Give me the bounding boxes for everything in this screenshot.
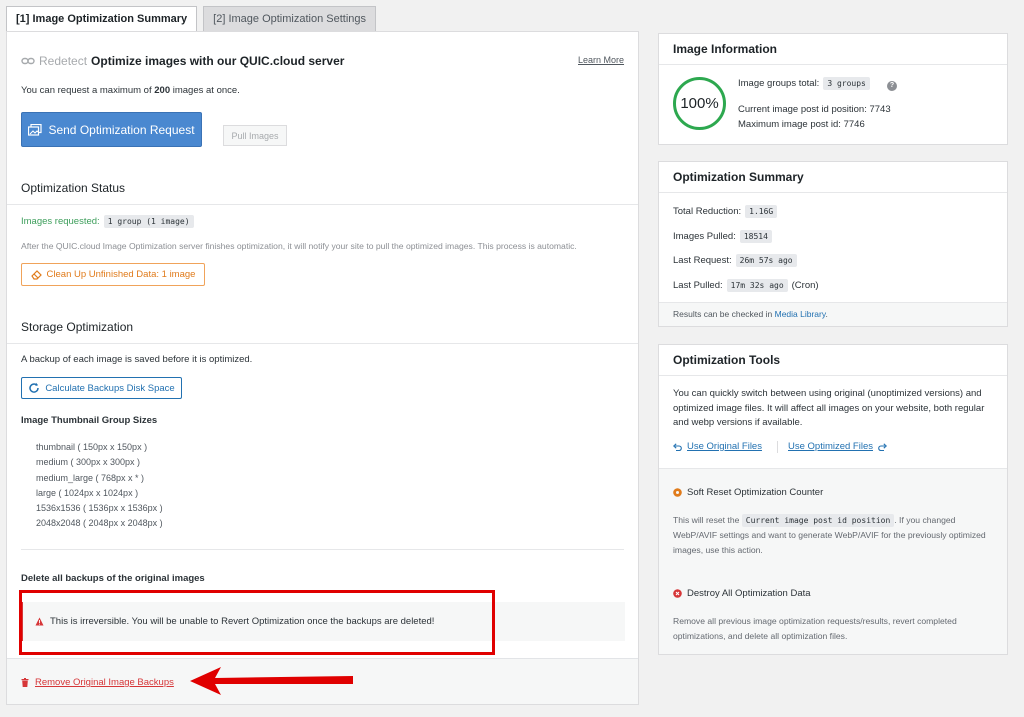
delete-backups-title: Delete all backups of the original image… [21,573,205,584]
close-circle-icon [673,589,682,598]
list-item: 2048x2048 ( 2048px x 2048px ) [36,518,163,529]
link-icon [21,57,35,65]
tab-image-optimization-settings[interactable]: [2] Image Optimization Settings [203,6,377,32]
help-icon[interactable]: ? [887,79,897,91]
summary-footer: Results can be checked in Media Library. [659,302,1007,326]
destroy-description: Remove all previous image optimization r… [673,616,957,641]
calculate-backups-disk-space-button[interactable]: Calculate Backups Disk Space [21,377,182,399]
list-item: medium_large ( 768px x * ) [36,472,145,483]
optimization-tools-card: Optimization Tools You can quickly switc… [658,344,1008,655]
clean-up-unfinished-data-button[interactable]: Clean Up Unfinished Data: 1 image [21,263,205,286]
pointer-arrow-icon [190,667,353,695]
destroy-all-optimization-data-link[interactable]: Destroy All Optimization Data [673,588,811,599]
undo-icon [673,442,682,451]
image-information-card: Image Information 100% Image groups tota… [658,33,1008,145]
optimization-tools-title: Optimization Tools [659,345,1007,376]
image-groups-value: 3 groups [823,77,870,90]
eraser-icon [30,269,42,280]
list-item: thumbnail ( 150px x 150px ) [36,442,148,452]
storage-optimization-title: Storage Optimization [21,320,134,334]
backup-note: A backup of each image is saved before i… [21,354,253,365]
current-position: Current image post id position: 7743 [738,104,891,115]
image-groups-total: Image groups total: 3 groups [738,77,870,90]
refresh-icon [29,382,40,393]
use-optimized-files-link[interactable]: Use Optimized Files [788,441,887,452]
maximum-post-id: Maximum image post id: 7746 [738,119,865,130]
soft-reset-optimization-counter-link[interactable]: Soft Reset Optimization Counter [673,487,823,498]
optimization-summary-title: Optimization Summary [659,162,1007,193]
list-item: large ( 1024px x 1024px ) [36,487,139,498]
last-request: Last Request: 26m 57s ago [673,254,797,267]
main-panel: Redetect Optimize images with our QUIC.c… [6,31,639,705]
redo-icon [878,442,887,451]
tab-image-optimization-summary[interactable]: [1] Image Optimization Summary [6,6,198,32]
optimization-status-title: Optimization Status [21,181,126,195]
optimization-summary-card: Optimization Summary Total Reduction: 1.1… [658,161,1008,327]
soft-reset-description: This will reset the Current image post i… [673,514,986,555]
optimize-heading: Redetect Optimize images with our QUIC.c… [21,54,344,68]
tools-actions-area: Soft Reset Optimization Counter This wil… [659,468,1007,654]
media-library-link[interactable]: Media Library [775,309,826,319]
images-icon [28,123,43,136]
images-requested-value: 1 group (1 image) [103,215,194,228]
learn-more-link[interactable]: Learn More [578,55,624,65]
progress-ring: 100% [673,77,726,130]
use-original-files-link[interactable]: Use Original Files [673,441,762,452]
remove-original-image-backups-link[interactable]: Remove Original Image Backups [21,677,174,688]
tab-bar: [1] Image Optimization Summary [2] Image… [6,6,382,32]
total-reduction: Total Reduction: 1.16G [673,205,778,218]
redetect-link[interactable]: Redetect [39,54,87,68]
tools-description: You can quickly switch between using ori… [673,388,985,428]
status-note: After the QUIC.cloud Image Optimization … [21,241,577,251]
thumbnail-sizes-title: Image Thumbnail Group Sizes [21,415,158,426]
max-images-note: You can request a maximum of 200 images … [21,85,240,96]
page-title: Optimize images with our QUIC.cloud serv… [91,54,345,68]
pull-images-button[interactable]: Pull Images [223,125,287,146]
trash-icon [21,678,29,687]
last-pulled: Last Pulled: 17m 32s ago (Cron) [673,279,819,292]
thumbnail-size-list: thumbnail ( 150px x 150px ) medium ( 300… [36,440,163,532]
list-item: 1536x1536 ( 1536px x 1536px ) [36,503,163,514]
images-pulled: Images Pulled: 18514 [673,230,772,243]
images-requested: Images requested: 1 group (1 image) [21,215,194,228]
image-information-title: Image Information [659,34,1007,65]
gear-icon [673,488,682,497]
highlight-frame [19,590,495,655]
list-item: medium ( 300px x 300px ) [36,457,141,468]
send-optimization-request-button[interactable]: Send Optimization Request [21,112,202,147]
